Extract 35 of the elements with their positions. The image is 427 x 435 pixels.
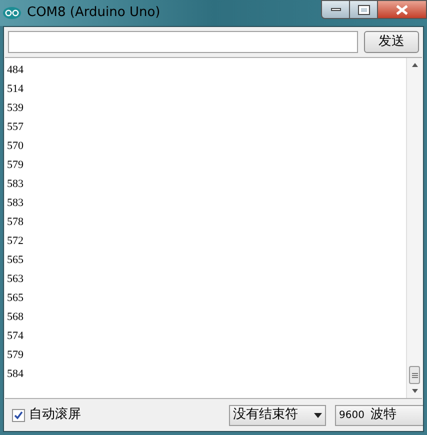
output-line: 572 <box>7 234 24 249</box>
close-icon <box>396 4 408 14</box>
baud-dropdown[interactable]: 9600 波特 <box>335 404 423 426</box>
infinity-logo-icon <box>3 7 21 19</box>
close-button[interactable] <box>377 0 427 19</box>
send-button[interactable]: 发送 <box>364 31 419 53</box>
output-line: 578 <box>7 215 24 230</box>
baud-unit: 波特 <box>370 406 396 424</box>
output-line: 583 <box>7 196 24 211</box>
baud-value: 9600 <box>339 408 364 422</box>
window-title: COM8 (Arduino Uno) <box>27 4 160 22</box>
output-line: 583 <box>7 177 24 192</box>
output-line: 484 <box>7 63 24 78</box>
input-field[interactable] <box>8 31 358 53</box>
output-line: 584 <box>7 367 24 382</box>
caret-icon <box>314 412 322 418</box>
output-line: 539 <box>7 101 24 116</box>
output-line: 514 <box>7 82 24 97</box>
output-line: 574 <box>7 329 24 344</box>
line-ending-dropdown[interactable]: 没有结束符 <box>229 404 326 426</box>
output-line: 570 <box>7 139 24 154</box>
output-line: 557 <box>7 120 24 135</box>
minimize-button[interactable] <box>321 0 350 19</box>
autoscroll-checkbox[interactable] <box>12 408 25 422</box>
output-line: 579 <box>7 158 24 173</box>
output-line: 568 <box>7 310 24 325</box>
output-line: 579 <box>7 348 24 363</box>
autoscroll-label: 自动滚屏 <box>29 406 81 424</box>
scroll-thumb[interactable] <box>409 366 420 384</box>
output-line: 563 <box>7 272 24 287</box>
check-icon <box>14 410 23 420</box>
maximize-button[interactable] <box>350 0 377 19</box>
output-line: 565 <box>7 253 24 268</box>
output-line: 565 <box>7 291 24 306</box>
scrollbar[interactable] <box>406 58 422 398</box>
